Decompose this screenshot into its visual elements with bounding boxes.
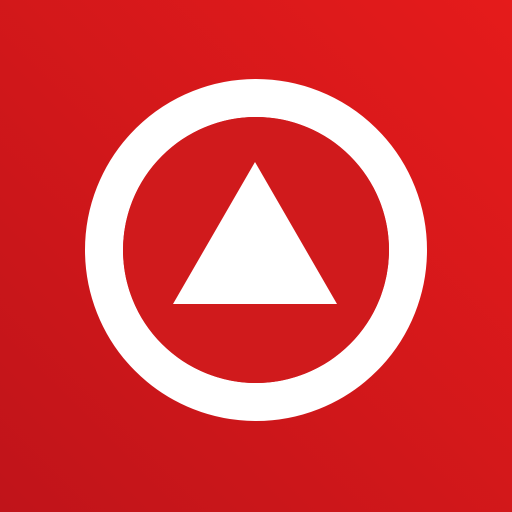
app-icon-graphic [0, 0, 512, 512]
app-icon [0, 0, 512, 512]
